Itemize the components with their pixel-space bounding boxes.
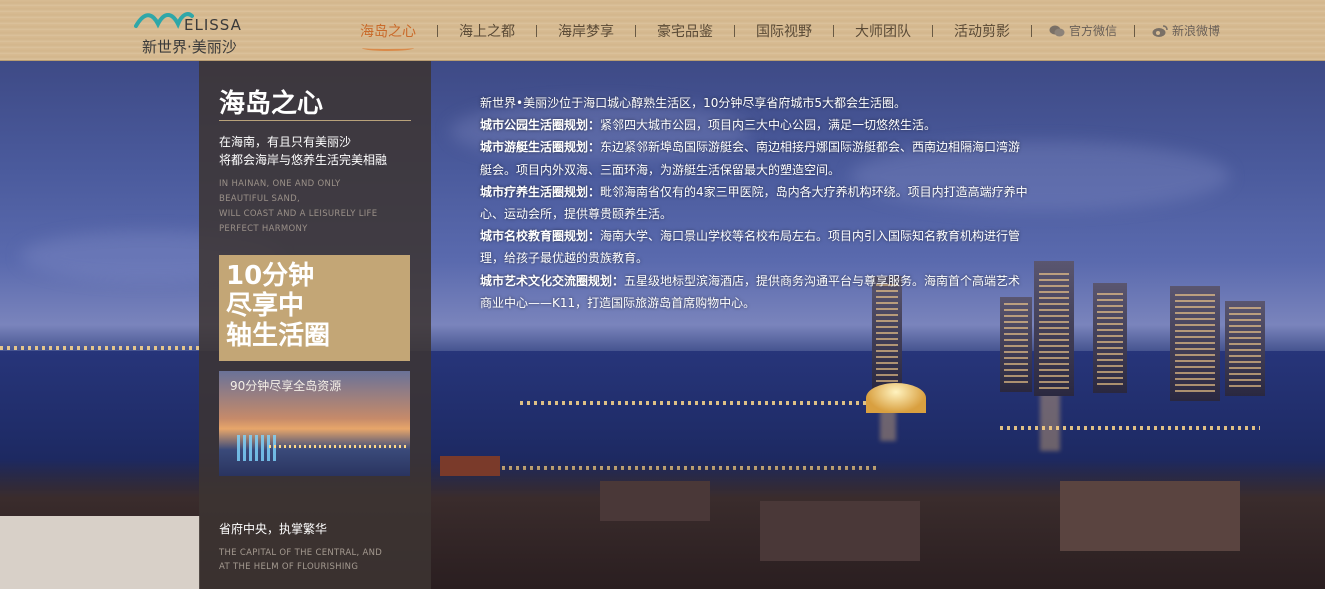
section-description: 新世界•美丽沙位于海口城心醇熟生活区，10分钟尽享省府城市5大都会生活圈。 城市… (480, 92, 1032, 314)
bay-lights (1000, 426, 1260, 430)
plan-heading: 城市公园生活圈规划： (480, 118, 601, 133)
promo-line: 尽享中 (226, 291, 305, 321)
plan-paragraph: 城市游艇生活圈规划：东边紧邻新埠岛国际游艇会、南边相接丹娜国际游艇都会、西南边相… (480, 136, 1032, 180)
domed-building (866, 383, 926, 413)
subtitle-en-line: IN HAINAN, ONE AND ONLY (219, 179, 341, 189)
nav-item-global-vision[interactable]: 国际视野 (746, 0, 822, 61)
plan-paragraph: 城市艺术文化交流圈规划：五星级地标型滨海酒店，提供商务沟通平台与尊享服务。海南首… (480, 270, 1032, 314)
plan-paragraph: 城市名校教育圈规划：海南大学、海口景山学校等名校布局左右。项目内引入国际知名教育… (480, 225, 1032, 269)
nav-item-sea-city[interactable]: 海上之都 (449, 0, 525, 61)
nav-item-heart-of-island[interactable]: 海岛之心 (350, 0, 426, 61)
nav-divider (932, 24, 933, 37)
building (600, 481, 710, 521)
footer-tagline: 省府中央，执掌繁华 (219, 522, 328, 536)
subtitle-en-line: PERFECT HARMONY (219, 224, 308, 234)
nav-item-events[interactable]: 活动剪影 (944, 0, 1020, 61)
skyscraper (1225, 301, 1265, 396)
section-sidebar: 海岛之心 在海南，有且只有美丽沙 将都会海岸与悠养生活完美相融 IN HAINA… (199, 61, 431, 589)
weibo-icon (1152, 24, 1168, 37)
city-lights-image (269, 445, 409, 448)
subtitle-en-line: BEAUTIFUL SAND, (219, 194, 300, 204)
footer-en-line: THE CAPITAL OF THE CENTRAL, AND (219, 548, 383, 558)
site-header: ELISSA 新世界·美丽沙 海岛之心 海上之都 海岸梦享 豪宅品鉴 国际视野 … (0, 0, 1325, 61)
nav-divider (635, 24, 636, 37)
weibo-link[interactable]: 新浪微博 (1146, 0, 1226, 61)
promo-card-10min[interactable]: 10分钟 尽享中 轴生活圈 (219, 255, 410, 361)
promo-card-label: 90分钟尽享全岛资源 (230, 379, 342, 393)
nav-item-mansion[interactable]: 豪宅品鉴 (647, 0, 723, 61)
footer-tagline-en: THE CAPITAL OF THE CENTRAL, AND AT THE H… (219, 546, 419, 574)
plan-heading: 城市名校教育圈规划： (480, 229, 601, 244)
building (1060, 481, 1240, 551)
nav-item-master-team[interactable]: 大师团队 (845, 0, 921, 61)
skyscraper (1170, 286, 1220, 401)
subtitle-line: 在海南，有且只有美丽沙 (219, 135, 352, 149)
pier-lights (520, 401, 870, 405)
section-subtitle: 在海南，有且只有美丽沙 将都会海岸与悠养生活完美相融 (219, 133, 419, 169)
skyscraper (1093, 283, 1127, 393)
subtitle-en-line: WILL COAST AND A LEISURELY LIFE (219, 209, 378, 219)
shore-lights (0, 346, 200, 350)
footer-en-line: AT THE HELM OF FLOURISHING (219, 562, 359, 572)
weibo-label: 新浪微博 (1172, 24, 1221, 38)
promo-line: 10分钟 (226, 261, 315, 291)
nav-divider (734, 24, 735, 37)
main-nav: 海岛之心 海上之都 海岸梦享 豪宅品鉴 国际视野 大师团队 活动剪影 官方微信 (350, 0, 1226, 61)
nav-item-coast-dream[interactable]: 海岸梦享 (548, 0, 624, 61)
nav-divider (1134, 24, 1136, 37)
plan-heading: 城市游艇生活圈规划： (480, 140, 601, 155)
plan-heading: 城市艺术文化交流圈规划： (480, 273, 625, 288)
nav-divider (536, 24, 537, 37)
plan-paragraph: 城市疗养生活圈规划：毗邻海南省仅有的4家三甲医院，岛内各大疗养机构环绕。项目内打… (480, 181, 1032, 225)
nav-divider (1031, 24, 1032, 37)
plan-heading: 城市疗养生活圈规划： (480, 184, 601, 199)
subtitle-line: 将都会海岸与悠养生活完美相融 (219, 153, 388, 167)
wechat-label: 官方微信 (1069, 24, 1118, 38)
plan-text: 紧邻四大城市公园，项目内三大中心公园，满足一切悠然生活。 (600, 118, 937, 133)
nav-divider (437, 24, 438, 37)
brand-logo[interactable]: ELISSA 新世界·美丽沙 (134, 8, 254, 56)
skyscraper (1034, 261, 1074, 396)
building (760, 501, 920, 561)
wechat-icon (1049, 25, 1065, 36)
brand-name-cn: 新世界·美丽沙 (142, 38, 237, 56)
title-divider (219, 120, 411, 121)
light-reflection (1040, 391, 1060, 451)
section-subtitle-en: IN HAINAN, ONE AND ONLY BEAUTIFUL SAND, … (219, 177, 419, 237)
promo-card-90min[interactable]: 90分钟尽享全岛资源 (219, 371, 410, 476)
intro-paragraph: 新世界•美丽沙位于海口城心醇熟生活区，10分钟尽享省府城市5大都会生活圈。 (480, 96, 906, 110)
nav-divider (833, 24, 834, 37)
building (0, 516, 200, 589)
pavilion (440, 456, 500, 476)
plan-paragraph: 城市公园生活圈规划：紧邻四大城市公园，项目内三大中心公园，满足一切悠然生活。 (480, 114, 1032, 136)
wechat-link[interactable]: 官方微信 (1043, 0, 1123, 61)
section-title: 海岛之心 (219, 89, 324, 119)
brand-name-en: ELISSA (184, 16, 242, 34)
bridge-image (237, 435, 277, 461)
promo-line: 轴生活圈 (226, 321, 331, 351)
